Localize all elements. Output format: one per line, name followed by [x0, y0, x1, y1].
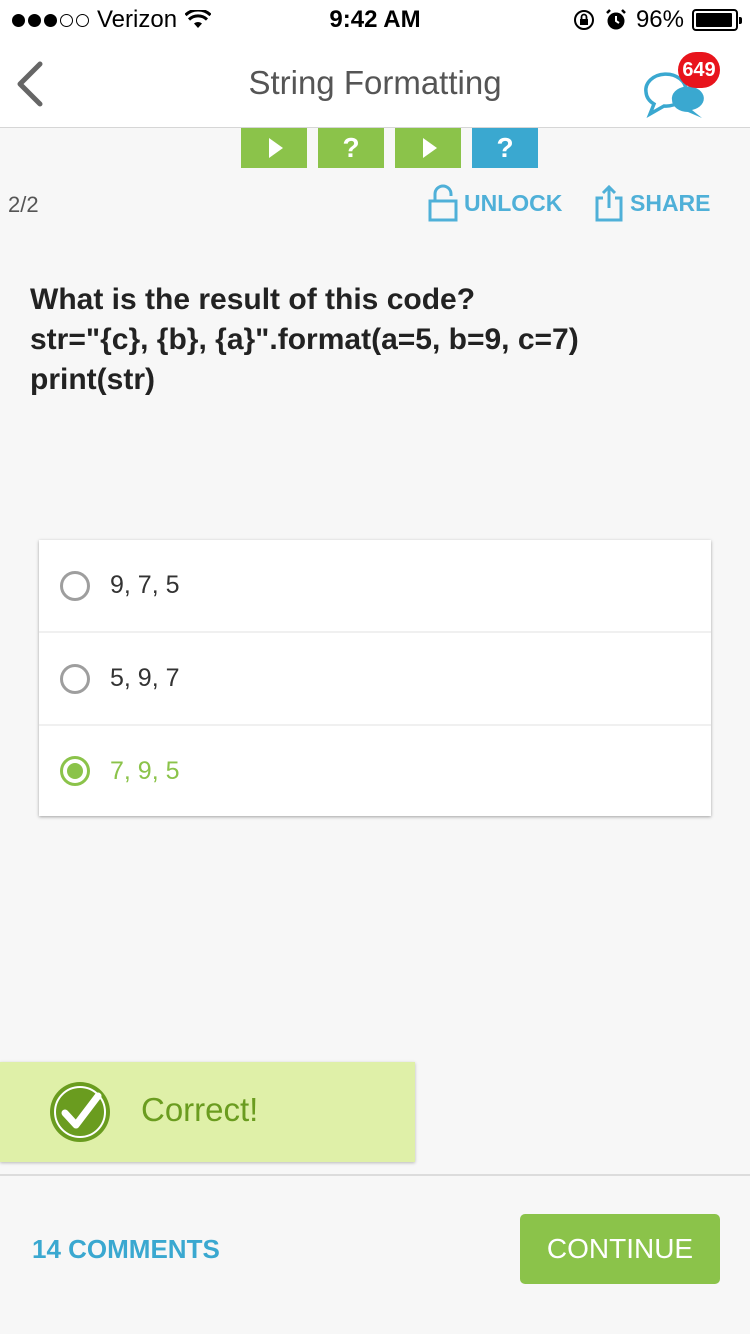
feedback-text: Correct!: [141, 1091, 259, 1128]
question-code-line: str="{c}, {b}, {a}".format(a=5, b=9, c=7…: [30, 323, 579, 356]
comments-link[interactable]: 14 COMMENTS: [32, 1234, 220, 1265]
radio-button[interactable]: [60, 570, 90, 601]
question-mark-icon: ?: [496, 132, 514, 163]
battery-icon: [692, 9, 742, 31]
question-text: What is the result of this code? str="{c…: [30, 280, 720, 400]
question-code-line: print(str): [30, 363, 155, 396]
notification-badge: 649: [678, 52, 720, 88]
play-icon: [269, 138, 283, 158]
answer-option[interactable]: 7, 9, 5: [39, 726, 711, 816]
check-circle-icon: [50, 1082, 110, 1142]
correct-feedback-banner: Correct!: [0, 1062, 415, 1162]
answer-option[interactable]: 9, 7, 5: [39, 540, 711, 633]
answer-option-label: 9, 7, 5: [110, 571, 180, 599]
page-title: String Formatting: [248, 64, 502, 101]
question-counter: 2/2: [8, 192, 39, 217]
answer-option-label: 7, 9, 5: [110, 756, 180, 785]
lock-icon: [428, 184, 458, 222]
question-mark-icon: ?: [342, 132, 360, 163]
progress-tab-lesson-2[interactable]: [395, 128, 461, 168]
battery-fill: [696, 13, 733, 27]
wifi-icon: [185, 10, 212, 28]
signal-strength-icon: [12, 13, 89, 27]
play-icon: [423, 138, 437, 158]
share-button[interactable]: SHARE: [594, 184, 711, 222]
lesson-progress-tabs: ? ?: [241, 128, 538, 168]
answer-option-label: 5, 9, 7: [110, 664, 180, 692]
progress-tab-quiz-1[interactable]: ?: [318, 128, 384, 168]
back-button[interactable]: [10, 54, 54, 114]
bottom-bar: 14 COMMENTS CONTINUE: [0, 1174, 750, 1334]
status-left: Verizon: [12, 6, 212, 34]
question-line: What is the result of this code?: [30, 283, 476, 316]
share-icon: [595, 184, 623, 222]
unlock-button[interactable]: UNLOCK: [428, 184, 562, 222]
nav-bar: String Formatting 649: [0, 40, 750, 128]
status-right: 96%: [572, 6, 742, 34]
rotation-lock-icon: [573, 10, 594, 30]
unlock-label: UNLOCK: [464, 189, 563, 216]
chevron-left-icon: [17, 61, 43, 107]
battery-percent: 96%: [635, 6, 684, 33]
radio-button[interactable]: [60, 663, 90, 694]
alarm-icon: [606, 9, 626, 30]
progress-tab-lesson-1[interactable]: [241, 128, 307, 168]
continue-button[interactable]: CONTINUE: [520, 1214, 720, 1284]
status-bar: Verizon 9:42 AM 96%: [0, 0, 750, 40]
share-label: SHARE: [630, 189, 711, 216]
progress-tab-quiz-2[interactable]: ?: [472, 128, 538, 168]
answer-options: 9, 7, 5 5, 9, 7 7, 9, 5: [39, 540, 711, 816]
carrier-name: Verizon: [97, 6, 178, 33]
answer-option[interactable]: 5, 9, 7: [39, 633, 711, 726]
comments-chat-button[interactable]: 649: [640, 52, 730, 122]
radio-button[interactable]: [60, 756, 90, 786]
